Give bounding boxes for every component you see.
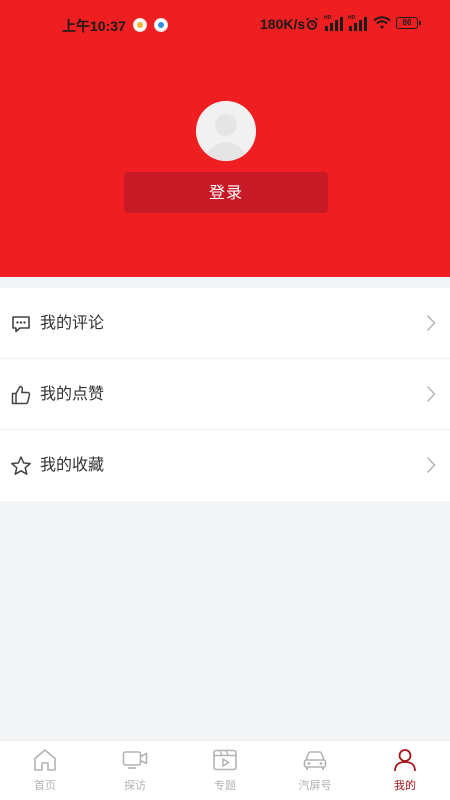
alarm-icon xyxy=(305,17,319,30)
chevron-right-icon xyxy=(426,314,436,332)
signal-icon: HD xyxy=(348,15,367,31)
film-icon xyxy=(213,749,237,771)
menu-item-label: 我的点赞 xyxy=(40,384,105,403)
notification-app-icon xyxy=(133,18,147,32)
comment-icon xyxy=(12,316,30,333)
battery-icon: 86 xyxy=(396,17,421,29)
menu-item-label: 我的评论 xyxy=(40,313,105,332)
menu-item-my-comments[interactable]: 我的评论 xyxy=(0,288,450,359)
star-icon xyxy=(11,456,31,475)
avatar-placeholder-icon xyxy=(196,101,256,161)
bottom-tab-bar: 首页 探访 专题 汽屏号 我的 xyxy=(0,740,450,800)
video-camera-icon xyxy=(122,751,148,769)
tab-mine[interactable]: 我的 xyxy=(360,741,450,800)
thumbs-up-icon xyxy=(11,385,31,405)
tab-label: 我的 xyxy=(394,779,416,792)
tab-car-screen[interactable]: 汽屏号 xyxy=(270,741,360,800)
tab-label: 汽屏号 xyxy=(298,779,332,792)
user-icon xyxy=(394,749,416,772)
login-button[interactable]: 登录 xyxy=(124,172,328,213)
status-time: 上午10:37 xyxy=(62,18,126,34)
avatar[interactable] xyxy=(196,101,256,161)
menu-list: 我的评论 我的点赞 我的收藏 xyxy=(0,288,450,501)
svg-text:HD: HD xyxy=(348,15,356,21)
menu-item-my-favorites[interactable]: 我的收藏 xyxy=(0,430,450,501)
car-icon xyxy=(303,751,327,770)
tab-label: 首页 xyxy=(34,779,56,792)
tab-topics[interactable]: 专题 xyxy=(180,741,270,800)
status-bar: 上午10:37 180K/s HD HD 86 xyxy=(0,0,450,50)
tab-label: 专题 xyxy=(214,779,236,792)
svg-text:HD: HD xyxy=(324,15,332,21)
menu-item-label: 我的收藏 xyxy=(40,455,105,474)
network-speed: 180K/s xyxy=(260,16,306,32)
tab-visit[interactable]: 探访 xyxy=(90,741,180,800)
notification-app-icon xyxy=(154,18,168,32)
wifi-icon xyxy=(373,16,391,29)
profile-header: 上午10:37 180K/s HD HD 86 登录 xyxy=(0,0,450,277)
chevron-right-icon xyxy=(426,456,436,474)
home-icon xyxy=(34,749,56,771)
menu-item-my-likes[interactable]: 我的点赞 xyxy=(0,359,450,430)
signal-icon: HD xyxy=(324,15,343,31)
tab-home[interactable]: 首页 xyxy=(0,741,90,800)
chevron-right-icon xyxy=(426,385,436,403)
tab-label: 探访 xyxy=(124,779,146,792)
